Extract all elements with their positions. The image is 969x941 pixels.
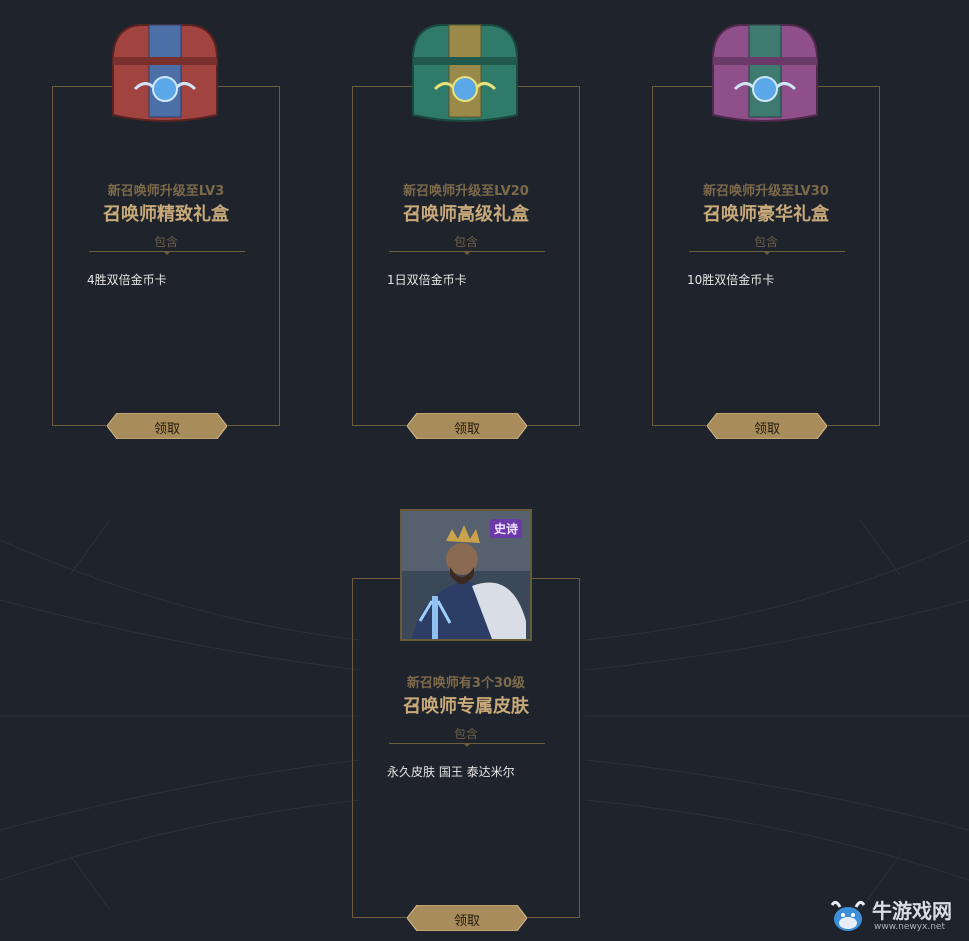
- card-requirement: 新召唤师升级至LV30: [703, 184, 829, 199]
- reward-item: 4胜双倍金币卡: [87, 273, 167, 287]
- contains-label: 包含: [753, 235, 778, 249]
- claim-button-label: 领取: [753, 422, 780, 437]
- card-title: 召唤师豪华礼盒: [703, 204, 829, 225]
- king-tryndamere-skin-portrait: 史诗: [400, 509, 532, 641]
- claim-button[interactable]: 领取: [407, 413, 527, 439]
- watermark-text: 牛游戏网: [872, 899, 952, 923]
- gift-card-lv20: 新召唤师升级至LV20 召唤师高级礼盒 包含 1日双倍金币卡 领取: [352, 86, 580, 439]
- site-watermark: 牛游戏网 www.newyx.net: [826, 893, 966, 937]
- card-requirement: 新召唤师有3个30级: [406, 676, 526, 691]
- cow-mascot-icon: [830, 900, 866, 931]
- card-requirement: 新召唤师升级至LV20: [403, 184, 529, 199]
- divider: [389, 743, 545, 747]
- gift-card-lv30: 新召唤师升级至LV30 召唤师豪华礼盒 包含 10胜双倍金币卡 领取: [652, 86, 880, 439]
- card-title: 召唤师高级礼盒: [403, 204, 529, 225]
- red-chest-icon: [112, 24, 218, 122]
- divider: [89, 251, 245, 255]
- claim-button-label: 领取: [453, 422, 480, 437]
- watermark-url: www.newyx.net: [874, 922, 946, 932]
- contains-label: 包含: [153, 235, 178, 249]
- reward-item: 1日双倍金币卡: [387, 273, 467, 287]
- epic-badge: 史诗: [489, 519, 522, 538]
- divider: [689, 251, 845, 255]
- claim-button[interactable]: 领取: [107, 413, 227, 439]
- claim-button[interactable]: 领取: [407, 905, 527, 931]
- card-title: 召唤师专属皮肤: [403, 696, 529, 717]
- divider: [389, 251, 545, 255]
- claim-button[interactable]: 领取: [707, 413, 827, 439]
- claim-button-label: 领取: [453, 914, 480, 929]
- gift-card-lv3: 新召唤师升级至LV3 召唤师精致礼盒 包含 4胜双倍金币卡 领取: [52, 86, 280, 439]
- contains-label: 包含: [453, 235, 478, 249]
- purple-chest-icon: [712, 24, 818, 122]
- reward-item: 永久皮肤 国王 泰达米尔: [387, 765, 515, 779]
- card-title: 召唤师精致礼盒: [103, 204, 229, 225]
- claim-button-label: 领取: [153, 422, 180, 437]
- reward-item: 10胜双倍金币卡: [687, 273, 775, 287]
- green-chest-icon: [412, 24, 518, 122]
- card-requirement: 新召唤师升级至LV3: [107, 184, 225, 199]
- contains-label: 包含: [453, 727, 478, 741]
